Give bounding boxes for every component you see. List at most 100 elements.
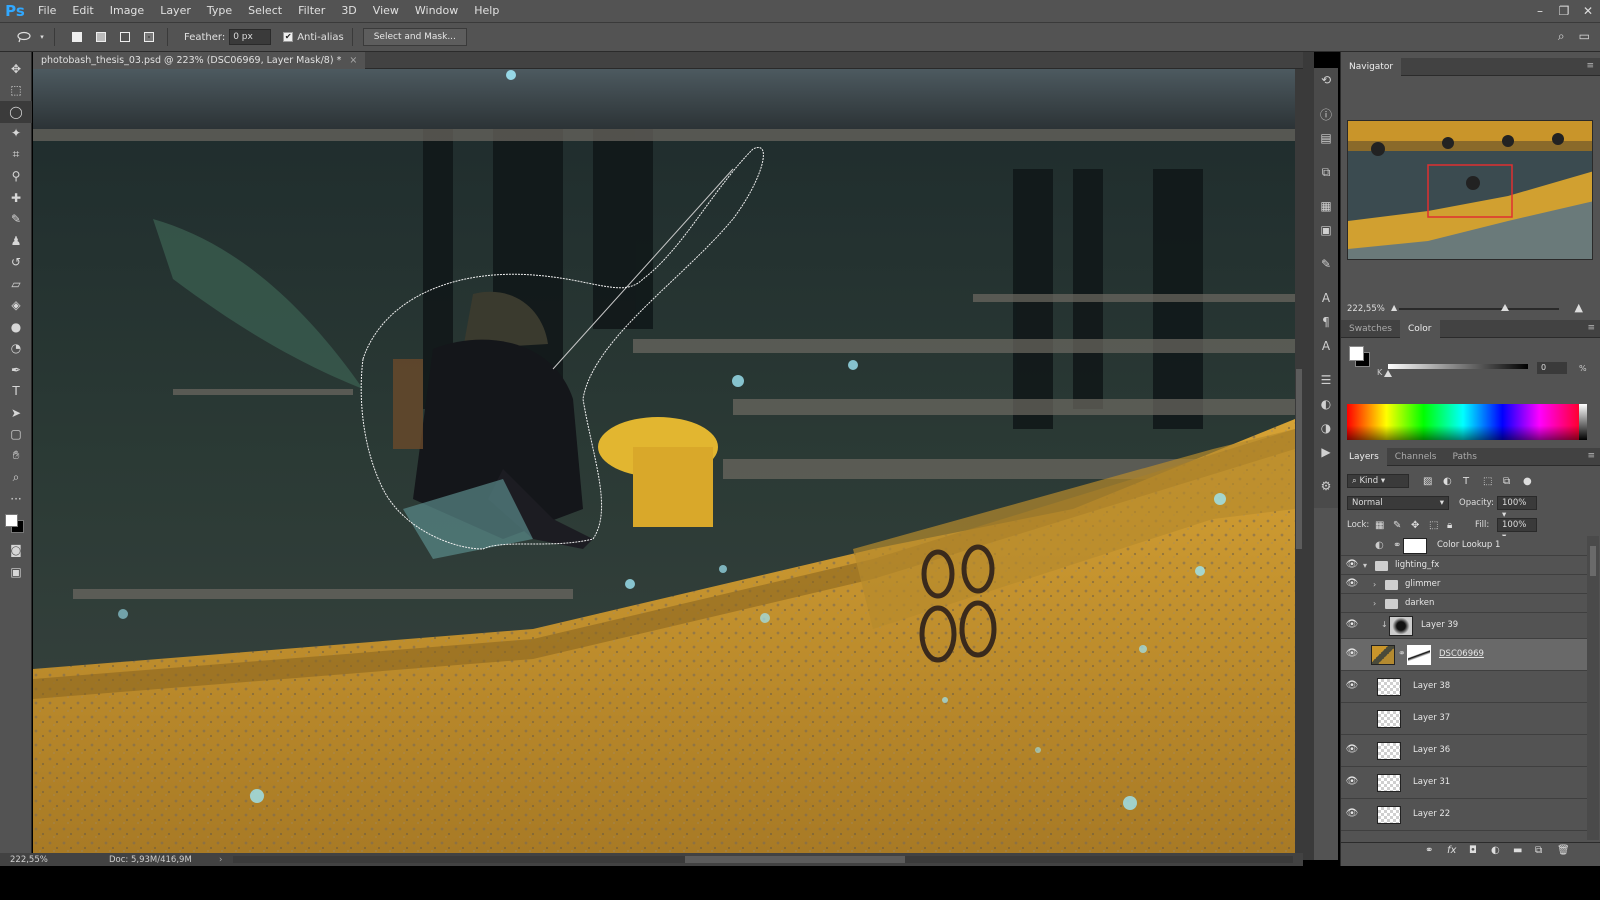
eye-icon[interactable]: 👁︎ <box>1345 776 1359 790</box>
canvas-vertical-scrollbar[interactable] <box>1295 69 1303 853</box>
subtract-from-selection-icon[interactable] <box>115 27 135 47</box>
minimize-button[interactable]: – <box>1528 0 1552 22</box>
eyedropper-icon[interactable]: ⚲ <box>0 166 32 188</box>
layer-row[interactable]: 👁︎ › glimmer <box>1341 575 1587 594</box>
eye-hidden-icon[interactable] <box>1345 539 1359 553</box>
history-icon[interactable]: ⟲ <box>1314 68 1338 92</box>
zoom-in-icon[interactable]: ▲ <box>1575 301 1583 314</box>
intersect-selection-icon[interactable] <box>139 27 159 47</box>
eye-icon[interactable]: 👁︎ <box>1345 578 1359 592</box>
link-layers-icon[interactable]: ⚭ <box>1425 845 1433 856</box>
layer-row[interactable]: 👁︎ ⚭ DSC06969 <box>1341 639 1587 671</box>
menu-edit[interactable]: Edit <box>64 0 101 22</box>
lock-transparent-icon[interactable]: ▦ <box>1375 520 1384 531</box>
lock-position-icon[interactable]: ✥ <box>1411 520 1419 531</box>
history-brush-icon[interactable]: ↺ <box>0 252 32 274</box>
feather-input[interactable]: 0 px <box>229 29 272 45</box>
layer-style-icon[interactable]: fx <box>1447 845 1456 856</box>
status-zoom[interactable]: 222,55% <box>5 855 63 865</box>
tab-swatches[interactable]: Swatches <box>1341 320 1400 338</box>
paragraph-icon[interactable]: ¶ <box>1314 310 1338 334</box>
layer-thumbnail[interactable] <box>1371 645 1395 665</box>
blend-mode-select[interactable]: Normal ▾ <box>1347 496 1449 510</box>
eye-icon[interactable]: 👁︎ <box>1345 648 1359 662</box>
hand-icon[interactable]: ✋︎ <box>0 445 32 467</box>
filter-shape-icon[interactable]: ⬚ <box>1483 476 1492 487</box>
navigator-preview[interactable] <box>1347 120 1593 260</box>
layer-row[interactable]: 👁︎ Layer 22 <box>1341 799 1587 831</box>
panel-menu-icon[interactable]: ≡ <box>1586 61 1594 71</box>
eye-icon[interactable]: 👁︎ <box>1345 680 1359 694</box>
actions-icon[interactable]: ▶ <box>1314 440 1338 464</box>
color-swatches[interactable] <box>0 510 32 540</box>
menu-type[interactable]: Type <box>199 0 240 22</box>
quick-mask-icon[interactable]: ◙ <box>0 540 32 562</box>
layers-scrollbar[interactable] <box>1587 536 1599 840</box>
eye-icon[interactable]: 👁︎ <box>1345 619 1359 633</box>
menu-view[interactable]: View <box>365 0 407 22</box>
layer-thumbnail[interactable] <box>1377 806 1401 824</box>
close-document-icon[interactable]: × <box>349 55 357 66</box>
color-foreground-swatch[interactable] <box>1349 346 1364 361</box>
filter-pixel-icon[interactable]: ▨ <box>1423 476 1432 487</box>
pen-icon[interactable]: ✒ <box>0 359 32 381</box>
navigator-zoom-slider[interactable] <box>1399 304 1559 311</box>
tab-channels[interactable]: Channels <box>1387 448 1445 466</box>
foreground-color[interactable] <box>5 513 18 527</box>
scroll-thumb[interactable] <box>1590 546 1596 576</box>
clone-source-icon[interactable]: ⧉ <box>1314 160 1338 184</box>
search-icon[interactable]: ⌕ <box>1558 29 1565 44</box>
add-to-selection-icon[interactable] <box>91 27 111 47</box>
new-group-icon[interactable]: ▬ <box>1513 845 1522 856</box>
layer-filter-kind[interactable]: ⌕ Kind ▾ <box>1347 474 1409 488</box>
layer-thumbnail[interactable] <box>1389 616 1413 636</box>
color-spectrum-ramp[interactable] <box>1347 404 1579 440</box>
layer-row[interactable]: 👁︎ Layer 38 <box>1341 671 1587 703</box>
layer-row[interactable]: › darken <box>1341 594 1587 613</box>
navigator-zoom-value[interactable]: 222,55% <box>1347 304 1387 314</box>
layer-mask-thumbnail[interactable] <box>1407 645 1431 665</box>
path-select-icon[interactable]: ➤ <box>0 402 32 424</box>
layer-row[interactable]: ◐ ⚭ Color Lookup 1 <box>1341 536 1587 556</box>
preset-chevron-down-icon[interactable]: ▾ <box>38 27 46 47</box>
layer-thumbnail[interactable] <box>1377 774 1401 792</box>
scroll-thumb[interactable] <box>685 856 905 863</box>
clone-stamp-icon[interactable]: ♟ <box>0 230 32 252</box>
screen-mode-icon[interactable]: ▣ <box>0 561 32 583</box>
antialias-checkbox[interactable]: ✔ <box>283 32 294 42</box>
paint-bucket-icon[interactable]: ◈ <box>0 295 32 317</box>
workspace-icon[interactable]: ▭ <box>1579 29 1590 44</box>
eye-icon[interactable]: 👁︎ <box>1345 559 1359 573</box>
dodge-icon[interactable]: ◔ <box>0 338 32 360</box>
brush-icon[interactable]: ✎ <box>0 209 32 231</box>
opacity-input[interactable]: 100% ▾ <box>1497 496 1537 520</box>
chevron-right-icon[interactable]: › <box>1373 580 1376 589</box>
crop-icon[interactable]: ⌗ <box>0 144 32 166</box>
libraries-icon[interactable]: ▦ <box>1314 194 1338 218</box>
new-layer-icon[interactable]: ⧉ <box>1535 845 1542 856</box>
navigator-zoom-knob[interactable] <box>1500 304 1509 311</box>
layer-row[interactable]: 👁︎ ↓ Layer 39 <box>1341 613 1587 639</box>
rectangle-icon[interactable]: ▢ <box>0 424 32 446</box>
filter-type-icon[interactable]: T <box>1463 476 1469 487</box>
eye-icon[interactable]: 👁︎ <box>1345 808 1359 822</box>
menu-3d[interactable]: 3D <box>333 0 364 22</box>
k-channel-input[interactable]: 0 <box>1537 362 1567 374</box>
eye-hidden-icon[interactable] <box>1345 712 1359 726</box>
select-and-mask-button[interactable]: Select and Mask... <box>362 28 467 46</box>
panel-menu-icon[interactable]: ≡ <box>1587 451 1595 461</box>
chevron-right-icon[interactable]: › <box>1373 599 1376 608</box>
layer-thumbnail[interactable] <box>1377 678 1401 696</box>
document-canvas[interactable] <box>33 69 1295 853</box>
tool-presets-icon[interactable]: ⚙ <box>1314 474 1338 498</box>
new-adjustment-icon[interactable]: ◐ <box>1491 845 1500 856</box>
black-white-ramp[interactable] <box>1579 404 1587 440</box>
fill-input[interactable]: 100% ▾ <box>1497 518 1537 542</box>
blur-icon[interactable]: ● <box>0 316 32 338</box>
menu-filter[interactable]: Filter <box>290 0 333 22</box>
tab-color[interactable]: Color <box>1400 319 1440 338</box>
close-window-button[interactable]: ✕ <box>1576 0 1600 22</box>
add-mask-icon[interactable]: ◘ <box>1469 845 1477 856</box>
tab-paths[interactable]: Paths <box>1444 448 1484 466</box>
zoom-out-icon[interactable]: ▲ <box>1391 303 1397 312</box>
